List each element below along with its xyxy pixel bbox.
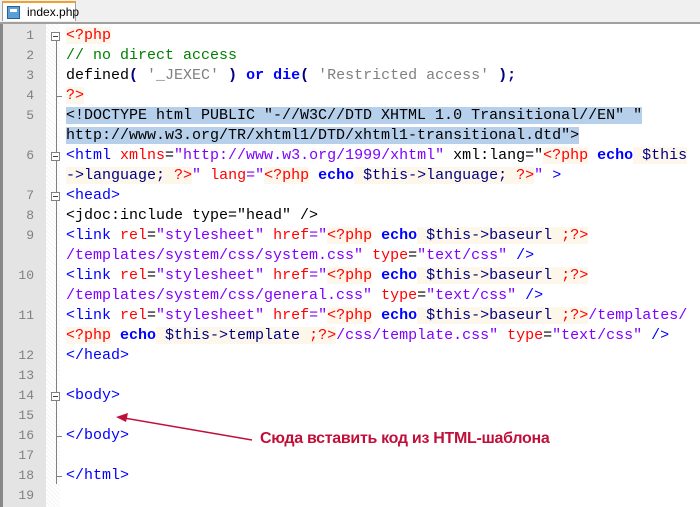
annotation-text: Сюда вставить код из HTML-шаблона	[260, 430, 550, 447]
